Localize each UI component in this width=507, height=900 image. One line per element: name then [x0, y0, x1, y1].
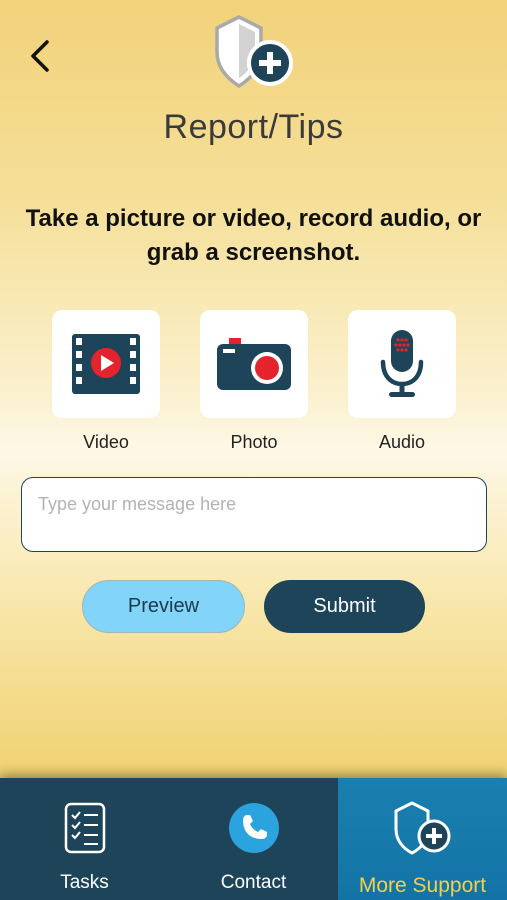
nav-label-tasks: Tasks	[60, 872, 109, 893]
audio-label: Audio	[378, 432, 426, 452]
shield-plus-icon	[213, 12, 295, 90]
photo-option[interactable]: Photo	[200, 310, 308, 453]
photo-label: Photo	[230, 432, 278, 452]
back-button[interactable]	[22, 36, 58, 76]
audio-tile[interactable]	[348, 310, 456, 418]
video-tile[interactable]	[52, 310, 160, 418]
nav-label-contact: Contact	[220, 872, 287, 893]
message-input[interactable]	[21, 477, 487, 552]
video-option[interactable]: Video	[52, 310, 160, 453]
audio-option[interactable]: Audio	[348, 310, 456, 453]
film-play-icon	[72, 334, 140, 394]
microphone-icon	[380, 330, 424, 397]
instructions-text: Take a picture or video, record audio, o…	[25, 205, 482, 266]
photo-tile[interactable]	[200, 310, 308, 418]
checklist-icon	[64, 802, 105, 854]
bottom-nav: Tasks Contact More Support	[0, 778, 507, 900]
nav-label-more-support: More Support	[358, 874, 487, 897]
nav-item-tasks[interactable]: Tasks	[0, 778, 169, 900]
preview-button[interactable]: Preview	[82, 580, 245, 633]
nav-item-more-support[interactable]: More Support	[338, 778, 507, 900]
camera-icon	[217, 338, 291, 390]
nav-item-contact[interactable]: Contact	[169, 778, 338, 900]
video-label: Video	[83, 432, 129, 452]
chevron-left-icon	[31, 40, 49, 72]
shield-plus-icon	[394, 801, 450, 855]
phone-icon	[228, 803, 279, 853]
submit-button[interactable]: Submit	[264, 580, 425, 633]
page-title: Report/Tips	[163, 108, 344, 146]
